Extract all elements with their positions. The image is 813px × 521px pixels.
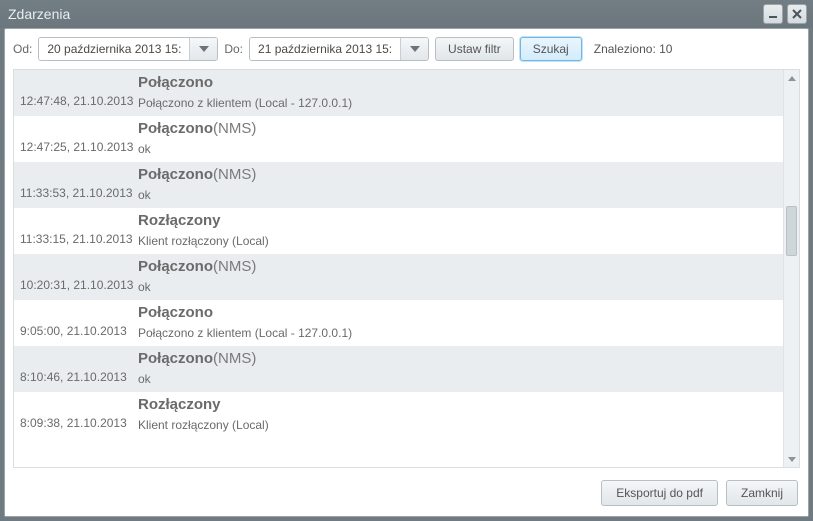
minimize-icon — [768, 9, 778, 19]
to-datetime-input[interactable] — [250, 38, 400, 60]
event-timestamp: 11:33:15, 21.10.2013 — [20, 232, 138, 248]
event-body: Połączono Połączono z klientem (Local - 1… — [138, 74, 777, 110]
event-body: Połączono(NMS) ok — [138, 166, 777, 202]
event-body: Połączono(NMS) ok — [138, 350, 777, 386]
from-datetime-field[interactable] — [38, 37, 218, 61]
chevron-down-icon — [199, 46, 209, 52]
event-timestamp: 8:09:38, 21.10.2013 — [20, 416, 138, 432]
event-description: ok — [138, 142, 777, 156]
event-title-text: Rozłączony — [138, 396, 221, 413]
chevron-up-icon — [788, 76, 796, 81]
event-title: Połączono — [138, 74, 777, 92]
event-timestamp: 12:47:48, 21.10.2013 — [20, 94, 138, 110]
titlebar: Zdarzenia — [0, 0, 813, 28]
from-label: Od: — [13, 42, 32, 56]
event-title-text: Połączono — [138, 258, 213, 275]
event-row[interactable]: 9:05:00, 21.10.2013Połączono Połączono z … — [14, 300, 783, 346]
event-row[interactable]: 8:10:46, 21.10.2013Połączono(NMS) ok — [14, 346, 783, 392]
event-description: Klient rozłączony (Local) — [138, 418, 777, 432]
content-area: Od: Do: Ustaw filtr Szukaj Znaleziono: 1… — [4, 28, 809, 517]
event-title-suffix: (NMS) — [213, 120, 256, 137]
event-title-text: Połączono — [138, 304, 213, 321]
event-title-text: Rozłączony — [138, 212, 221, 229]
event-title-text: Połączono — [138, 120, 213, 137]
to-label: Do: — [224, 42, 243, 56]
to-dropdown-button[interactable] — [400, 38, 428, 60]
dialog-footer: Eksportuj do pdf Zamknij — [5, 470, 808, 516]
event-title: Połączono(NMS) — [138, 166, 777, 184]
event-timestamp: 11:33:53, 21.10.2013 — [20, 186, 138, 202]
event-title-text: Połączono — [138, 350, 213, 367]
from-dropdown-button[interactable] — [189, 38, 217, 60]
dialog-window: Zdarzenia Od: Do: Ustaw filtr — [0, 0, 813, 521]
set-filter-button[interactable]: Ustaw filtr — [435, 37, 514, 61]
window-title: Zdarzenia — [8, 6, 759, 22]
close-dialog-button[interactable]: Zamknij — [726, 480, 798, 506]
event-body: Połączono(NMS) ok — [138, 258, 777, 294]
event-body: Połączono(NMS) ok — [138, 120, 777, 156]
to-datetime-field[interactable] — [249, 37, 429, 61]
event-body: Połączono Połączono z klientem (Local - 1… — [138, 304, 777, 340]
event-row[interactable]: 12:47:25, 21.10.2013Połączono(NMS) ok — [14, 116, 783, 162]
event-description: ok — [138, 188, 777, 202]
scroll-down-button[interactable] — [784, 451, 800, 467]
event-title-suffix: (NMS) — [213, 350, 256, 367]
event-timestamp: 9:05:00, 21.10.2013 — [20, 324, 138, 340]
event-body: Rozłączony Klient rozłączony (Local) — [138, 396, 777, 432]
event-title-text: Połączono — [138, 166, 213, 183]
events-scroll-area: 12:47:48, 21.10.2013PołączonoPołączono z… — [14, 70, 783, 467]
event-title-suffix: (NMS) — [213, 166, 256, 183]
event-title: Połączono — [138, 304, 777, 322]
event-body: Rozłączony Klient rozłączony (Local) — [138, 212, 777, 248]
event-timestamp: 10:20:31, 21.10.2013 — [20, 278, 138, 294]
event-description: Połączono z klientem (Local - 127.0.0.1) — [138, 326, 777, 340]
event-title-suffix: (NMS) — [213, 258, 256, 275]
chevron-down-icon — [788, 457, 796, 462]
export-pdf-button[interactable]: Eksportuj do pdf — [601, 480, 718, 506]
chevron-down-icon — [410, 46, 420, 52]
scroll-up-button[interactable] — [784, 70, 800, 86]
event-row[interactable]: 10:20:31, 21.10.2013Połączono(NMS) ok — [14, 254, 783, 300]
event-title: Połączono(NMS) — [138, 120, 777, 138]
vertical-scrollbar[interactable] — [783, 70, 799, 467]
event-description: Połączono z klientem (Local - 127.0.0.1) — [138, 96, 777, 110]
event-title: Rozłączony — [138, 396, 777, 414]
event-title: Połączono(NMS) — [138, 350, 777, 368]
close-icon — [792, 9, 802, 19]
result-count: Znaleziono: 10 — [594, 42, 673, 56]
event-timestamp: 12:47:25, 21.10.2013 — [20, 140, 138, 156]
event-title-text: Połączono — [138, 74, 213, 91]
from-datetime-input[interactable] — [39, 38, 189, 60]
event-description: Klient rozłączony (Local) — [138, 234, 777, 248]
event-title: Połączono(NMS) — [138, 258, 777, 276]
close-button[interactable] — [787, 4, 807, 24]
event-row[interactable]: 8:09:38, 21.10.2013Rozłączony Klient rozł… — [14, 392, 783, 438]
event-timestamp: 8:10:46, 21.10.2013 — [20, 370, 138, 386]
search-button[interactable]: Szukaj — [520, 37, 582, 61]
event-row[interactable]: 11:33:15, 21.10.2013Rozłączony Klient roz… — [14, 208, 783, 254]
filter-bar: Od: Do: Ustaw filtr Szukaj Znaleziono: 1… — [5, 29, 808, 67]
scroll-thumb[interactable] — [786, 206, 797, 256]
events-list: 12:47:48, 21.10.2013PołączonoPołączono z… — [13, 69, 800, 468]
event-row[interactable]: 11:33:53, 21.10.2013Połączono(NMS) ok — [14, 162, 783, 208]
event-row[interactable]: 12:47:48, 21.10.2013Połączono Połączono z… — [14, 70, 783, 116]
event-description: ok — [138, 280, 777, 294]
event-title: Rozłączony — [138, 212, 777, 230]
scroll-track[interactable] — [784, 86, 799, 451]
minimize-button[interactable] — [763, 4, 783, 24]
event-description: ok — [138, 372, 777, 386]
